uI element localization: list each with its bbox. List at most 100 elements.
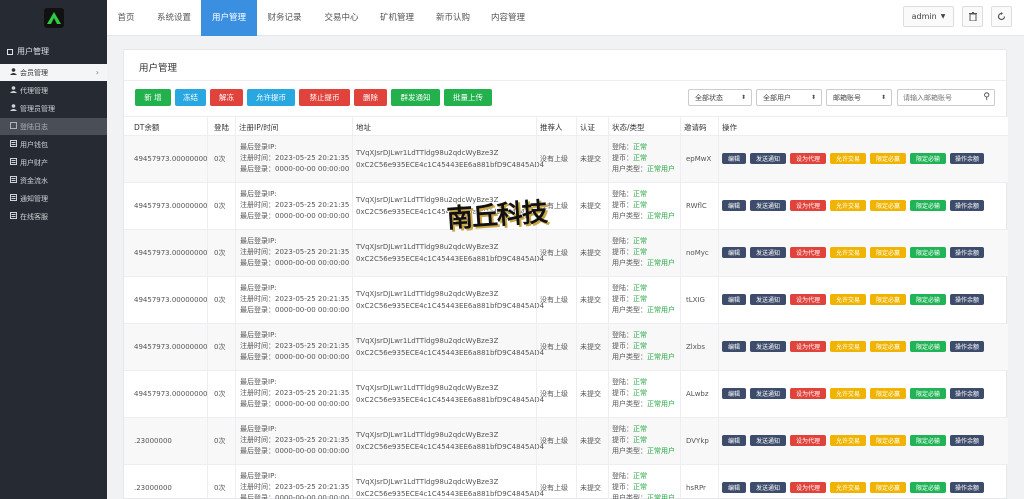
search-icon[interactable]: ⚲ [983,92,990,102]
force-win-button[interactable]: 限定必赢 [870,388,906,399]
app-logo-icon [43,8,64,28]
tab-6[interactable]: 新币认购 [425,0,481,36]
sidebar-item-8[interactable]: 在线客服 [0,208,107,225]
filter-select-0[interactable]: 全部状态 ⬍ [688,89,752,106]
sidebar-item-4[interactable]: 用户钱包 [0,136,107,153]
send-notify-button[interactable]: 发送通知 [750,388,786,399]
edit-button[interactable]: 编辑 [722,294,746,305]
tab-2[interactable]: 用户管理 [201,0,257,36]
allow-trade-button[interactable]: 允许交易 [830,388,866,399]
email-search-field[interactable]: ⚲ [897,89,995,106]
freeze-button[interactable]: 冻结 [175,89,206,106]
allow-trade-button[interactable]: 允许交易 [830,294,866,305]
auth-cell: 未提交 [580,484,601,492]
edit-button[interactable]: 编辑 [722,200,746,211]
set-agent-button[interactable]: 设为代理 [790,200,826,211]
trash-button[interactable] [962,6,983,27]
delete-button[interactable]: 删除 [354,89,387,106]
set-agent-button[interactable]: 设为代理 [790,294,826,305]
sidebar-item-6[interactable]: 资金流水 [0,172,107,189]
set-agent-button[interactable]: 设为代理 [790,435,826,446]
sidebar-item-3[interactable]: 登陆日志 [0,118,107,135]
force-win-button[interactable]: 限定必赢 [870,200,906,211]
send-notify-button[interactable]: 发送通知 [750,341,786,352]
user-type-cell: 用户类型：正常用户 [612,494,675,499]
force-lose-button[interactable]: 限定必输 [910,388,946,399]
search-input[interactable] [898,90,978,105]
force-lose-button[interactable]: 限定必输 [910,482,946,493]
allow-trade-button[interactable]: 允许交易 [830,153,866,164]
sidebar-item-2[interactable]: 管理员管理 [0,100,107,117]
edit-button[interactable]: 编辑 [722,341,746,352]
adjust-balance-button[interactable]: 操作余额 [950,435,984,446]
tab-5[interactable]: 矿机管理 [371,0,423,36]
send-notify-button[interactable]: 发送通知 [750,435,786,446]
last-login-cell: 最后登录：0000-00-00 00:00:00 [240,400,350,408]
tab-0[interactable]: 首页 [107,0,145,36]
set-agent-button[interactable]: 设为代理 [790,153,826,164]
set-agent-button[interactable]: 设为代理 [790,482,826,493]
edit-button[interactable]: 编辑 [722,247,746,258]
panel-title: 用户管理 [139,63,178,74]
logo[interactable] [0,0,107,36]
allow-trade-button[interactable]: 允许交易 [830,200,866,211]
force-win-button[interactable]: 限定必赢 [870,153,906,164]
force-win-button[interactable]: 限定必赢 [870,435,906,446]
filter-select-2[interactable]: 邮箱账号 ⬍ [826,89,892,106]
batch-upload-button[interactable]: 批量上传 [444,89,492,106]
send-notify-button[interactable]: 发送通知 [750,247,786,258]
tab-4[interactable]: 交易中心 [314,0,369,36]
sidebar-item-7[interactable]: 通知管理 [0,190,107,207]
adjust-balance-button[interactable]: 操作余额 [950,341,984,352]
forbid-withdraw-button[interactable]: 禁止提币 [299,89,350,106]
force-lose-button[interactable]: 限定必输 [910,200,946,211]
allow-trade-button[interactable]: 允许交易 [830,482,866,493]
adjust-balance-button[interactable]: 操作余额 [950,247,984,258]
adjust-balance-button[interactable]: 操作余额 [950,294,984,305]
auth-cell: 未提交 [580,249,601,257]
login-status-cell: 登陆：正常 [612,425,647,433]
add-button[interactable]: 新 增 [135,89,171,106]
edit-button[interactable]: 编辑 [722,435,746,446]
force-lose-button[interactable]: 限定必输 [910,341,946,352]
refresh-button[interactable] [991,6,1012,27]
force-win-button[interactable]: 限定必赢 [870,341,906,352]
sidebar-item-5[interactable]: 用户财产 [0,154,107,171]
allow-trade-button[interactable]: 允许交易 [830,341,866,352]
tab-7[interactable]: 内容管理 [483,0,533,36]
send-notify-button[interactable]: 发送通知 [750,482,786,493]
adjust-balance-button[interactable]: 操作余额 [950,482,984,493]
broadcast-notify-button[interactable]: 群发通知 [391,89,440,106]
sidebar-section-user-management[interactable]: 用户管理 [0,36,107,63]
force-lose-button[interactable]: 限定必输 [910,294,946,305]
set-agent-button[interactable]: 设为代理 [790,341,826,352]
user-type-cell: 用户类型：正常用户 [612,400,675,408]
tab-1[interactable]: 系统设置 [147,0,201,36]
admin-menu-button[interactable]: admin ▼ [903,6,954,27]
force-win-button[interactable]: 限定必赢 [870,294,906,305]
allow-trade-button[interactable]: 允许交易 [830,247,866,258]
tab-3[interactable]: 财务记录 [257,0,312,36]
edit-button[interactable]: 编辑 [722,153,746,164]
set-agent-button[interactable]: 设为代理 [790,247,826,258]
send-notify-button[interactable]: 发送通知 [750,294,786,305]
sidebar-item-1[interactable]: 代理管理 [0,82,107,99]
adjust-balance-button[interactable]: 操作余额 [950,153,984,164]
force-win-button[interactable]: 限定必赢 [870,247,906,258]
force-lose-button[interactable]: 限定必输 [910,247,946,258]
allow-trade-button[interactable]: 允许交易 [830,435,866,446]
sidebar-item-0[interactable]: 会员管理 › [0,64,107,81]
send-notify-button[interactable]: 发送通知 [750,153,786,164]
force-lose-button[interactable]: 限定必输 [910,435,946,446]
allow-withdraw-button[interactable]: 允许提币 [247,89,295,106]
force-lose-button[interactable]: 限定必输 [910,153,946,164]
unfreeze-button[interactable]: 解冻 [210,89,243,106]
filter-select-1[interactable]: 全部用户 ⬍ [756,89,822,106]
adjust-balance-button[interactable]: 操作余额 [950,200,984,211]
set-agent-button[interactable]: 设为代理 [790,388,826,399]
adjust-balance-button[interactable]: 操作余额 [950,388,984,399]
edit-button[interactable]: 编辑 [722,482,746,493]
edit-button[interactable]: 编辑 [722,388,746,399]
send-notify-button[interactable]: 发送通知 [750,200,786,211]
force-win-button[interactable]: 限定必赢 [870,482,906,493]
